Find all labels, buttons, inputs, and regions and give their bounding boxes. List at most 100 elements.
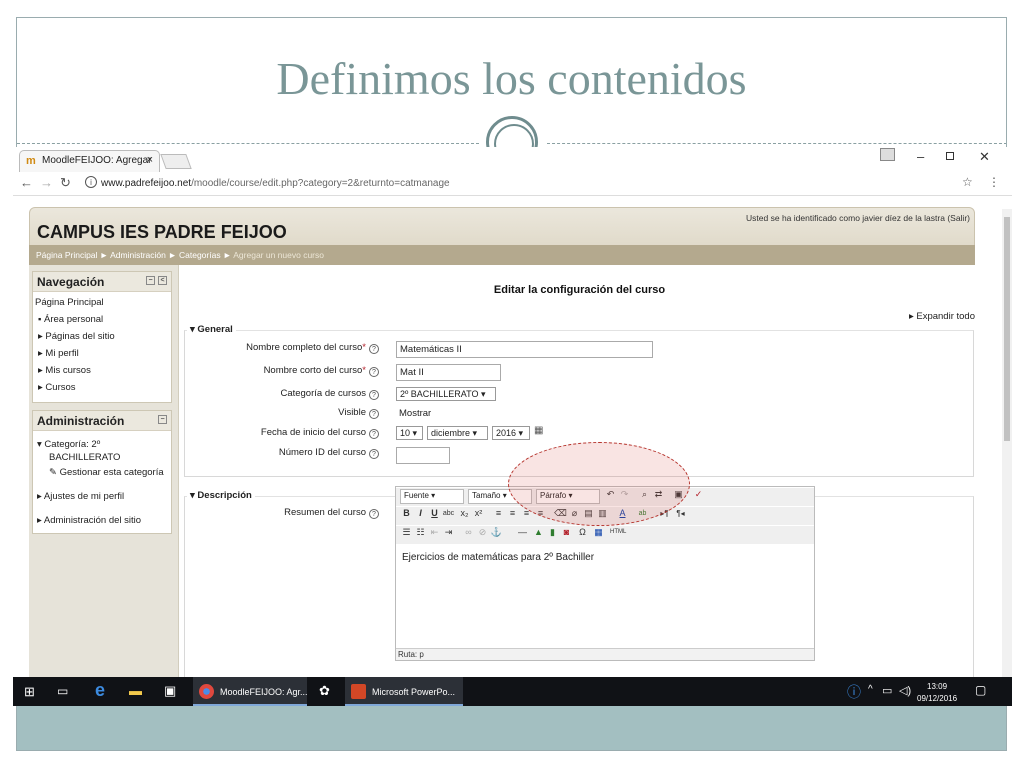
title-divider-right bbox=[547, 143, 1006, 144]
media-icon[interactable]: ▮ bbox=[546, 526, 559, 539]
calendar-icon[interactable]: ▦ bbox=[534, 425, 543, 436]
nav-item-home[interactable]: Página Principal bbox=[35, 297, 104, 308]
anchor-icon[interactable]: ⚓ bbox=[490, 526, 503, 539]
expand-all-link[interactable]: ▸ Expandir todo bbox=[909, 311, 975, 322]
bookmark-star-icon[interactable]: ☆ bbox=[962, 175, 973, 189]
moodle-media-icon[interactable]: ◙ bbox=[560, 526, 573, 539]
idnumber-input[interactable] bbox=[396, 447, 450, 464]
admin-manage-category[interactable]: ✎ Gestionar esta categoría bbox=[49, 467, 164, 478]
subscript-icon[interactable]: x₂ bbox=[458, 507, 471, 520]
unlink-icon[interactable]: ⊘ bbox=[476, 526, 489, 539]
start-year-select[interactable]: 2016 ▾ bbox=[492, 426, 530, 440]
back-icon[interactable]: ← bbox=[20, 175, 33, 190]
bullet-list-icon[interactable]: ☰ bbox=[400, 526, 413, 539]
special-char-icon[interactable]: Ω bbox=[576, 526, 589, 539]
spellcheck-icon[interactable]: ✓ bbox=[692, 488, 705, 501]
indent-icon[interactable]: ⇥ bbox=[442, 526, 455, 539]
shortname-input[interactable]: Mat II bbox=[396, 364, 501, 381]
breadcrumb-admin[interactable]: Administración bbox=[110, 250, 166, 260]
underline-icon[interactable]: U bbox=[428, 507, 441, 520]
number-list-icon[interactable]: ☷ bbox=[414, 526, 427, 539]
taskbar-app-powerpoint[interactable]: Microsoft PowerPo... bbox=[345, 677, 463, 706]
rtl-icon[interactable]: ¶◂ bbox=[674, 507, 687, 520]
general-legend[interactable]: ▾ General bbox=[187, 324, 236, 335]
new-tab-button[interactable] bbox=[160, 154, 192, 169]
help-icon[interactable]: ? bbox=[369, 390, 379, 400]
align-left-icon[interactable]: ≡ bbox=[492, 507, 505, 520]
login-info[interactable]: Usted se ha identificado como javier díe… bbox=[746, 213, 970, 223]
help-icon[interactable]: ? bbox=[369, 429, 379, 439]
nav-item-site-pages[interactable]: ▸ Páginas del sitio bbox=[38, 331, 115, 342]
user-profile-icon[interactable] bbox=[880, 148, 895, 161]
pencil-icon: ✎ bbox=[49, 467, 57, 478]
volume-icon[interactable]: ◁) bbox=[899, 684, 911, 697]
site-title[interactable]: CAMPUS IES PADRE FEIJOO bbox=[37, 222, 287, 243]
help-icon[interactable]: ? bbox=[369, 344, 379, 354]
nav-item-profile[interactable]: ▸ Mi perfil bbox=[38, 348, 79, 359]
nav-item-my-courses[interactable]: ▸ Mis cursos bbox=[38, 365, 91, 376]
dock-icon[interactable]: < bbox=[158, 276, 167, 285]
clock[interactable]: 13:09 09/12/2016 bbox=[917, 681, 957, 705]
task-view-icon[interactable]: ▭ bbox=[57, 684, 68, 698]
breadcrumb-current: Agregar un nuevo curso bbox=[233, 250, 324, 260]
link-icon[interactable]: ∞ bbox=[462, 526, 475, 539]
window-close-icon[interactable]: ✕ bbox=[979, 149, 990, 165]
minimize-icon[interactable]: – bbox=[917, 149, 924, 164]
horizontal-rule-icon[interactable]: — bbox=[516, 526, 529, 539]
nav-item-courses[interactable]: ▸ Cursos bbox=[38, 382, 76, 393]
category-select[interactable]: 2º BACHILLERATO ▾ bbox=[396, 387, 496, 401]
superscript-icon[interactable]: x² bbox=[472, 507, 485, 520]
edit-table-icon[interactable]: ▦ bbox=[592, 526, 605, 539]
store-icon[interactable]: ▣ bbox=[164, 683, 176, 699]
reload-icon[interactable]: ↻ bbox=[60, 175, 71, 191]
help-icon[interactable]: ? bbox=[369, 509, 379, 519]
nav-item-dashboard[interactable]: ▪ Área personal bbox=[38, 314, 103, 325]
slide-title: Definimos los contenidos bbox=[276, 53, 747, 104]
collapse-icon[interactable]: − bbox=[146, 276, 155, 285]
network-icon[interactable]: ▭ bbox=[882, 684, 892, 697]
visible-select[interactable]: Mostrar bbox=[396, 406, 456, 423]
breadcrumb-home[interactable]: Página Principal bbox=[36, 250, 97, 260]
admin-profile-settings[interactable]: ▸ Ajustes de mi perfil bbox=[37, 491, 124, 502]
taskbar-app-chrome[interactable]: MoodleFEIJOO: Agr... bbox=[193, 677, 308, 706]
app-icon[interactable]: ✿ bbox=[319, 683, 330, 699]
outdent-icon[interactable]: ⇤ bbox=[428, 526, 441, 539]
vertical-scrollbar[interactable] bbox=[1002, 209, 1012, 677]
page-info-icon[interactable]: i bbox=[85, 176, 97, 188]
navigation-block: Navegación − < Página Principal ▪ Área p… bbox=[32, 271, 172, 403]
italic-icon[interactable]: I bbox=[414, 507, 427, 520]
forward-icon[interactable]: → bbox=[40, 175, 53, 190]
font-select[interactable]: Fuente ▾ bbox=[400, 489, 464, 504]
edge-icon[interactable]: e bbox=[95, 680, 105, 701]
scrollbar-thumb[interactable] bbox=[1004, 217, 1010, 441]
html-icon[interactable]: HTML bbox=[610, 526, 626, 539]
help-icon[interactable]: ? bbox=[369, 367, 379, 377]
start-day-select[interactable]: 10 ▾ bbox=[396, 426, 423, 440]
browser-tab[interactable]: m MoodleFEIJOO: Agregar × bbox=[19, 150, 160, 172]
url-field[interactable]: i www.padrefeijoo.net/moodle/course/edit… bbox=[83, 174, 991, 193]
admin-category[interactable]: ▾ Categoría: 2º bbox=[37, 439, 100, 450]
align-center-icon[interactable]: ≡ bbox=[506, 507, 519, 520]
start-month-select[interactable]: diciembre ▾ bbox=[427, 426, 488, 440]
tray-chevron-icon[interactable]: ^ bbox=[868, 684, 873, 695]
summary-content[interactable]: Ejercicios de matemáticas para 2º Bachil… bbox=[402, 552, 594, 563]
restore-icon[interactable] bbox=[946, 152, 954, 160]
breadcrumb-categories[interactable]: Categorías bbox=[179, 250, 221, 260]
notifications-icon[interactable]: ▢ bbox=[975, 683, 986, 697]
fullname-input[interactable]: Matemáticas II bbox=[396, 341, 653, 358]
admin-category-name[interactable]: BACHILLERATO bbox=[49, 452, 120, 463]
bold-icon[interactable]: B bbox=[400, 507, 413, 520]
admin-site-administration[interactable]: ▸ Administración del sitio bbox=[37, 515, 141, 526]
update-icon[interactable]: ⓘ bbox=[847, 682, 861, 702]
description-legend[interactable]: ▾ Descripción bbox=[187, 490, 255, 501]
help-icon[interactable]: ? bbox=[369, 449, 379, 459]
main-content: Editar la configuración del curso ▸ Expa… bbox=[184, 265, 975, 677]
windows-start-icon[interactable]: ⊞ bbox=[24, 684, 35, 700]
file-explorer-icon[interactable]: ▬ bbox=[129, 683, 142, 698]
help-icon[interactable]: ? bbox=[369, 409, 379, 419]
menu-kebab-icon[interactable]: ⋮ bbox=[988, 175, 1000, 189]
collapse-icon[interactable]: − bbox=[158, 415, 167, 424]
strikethrough-icon[interactable]: abc bbox=[442, 507, 455, 520]
image-icon[interactable]: ▲ bbox=[532, 526, 545, 539]
tab-close-icon[interactable]: × bbox=[147, 154, 153, 166]
